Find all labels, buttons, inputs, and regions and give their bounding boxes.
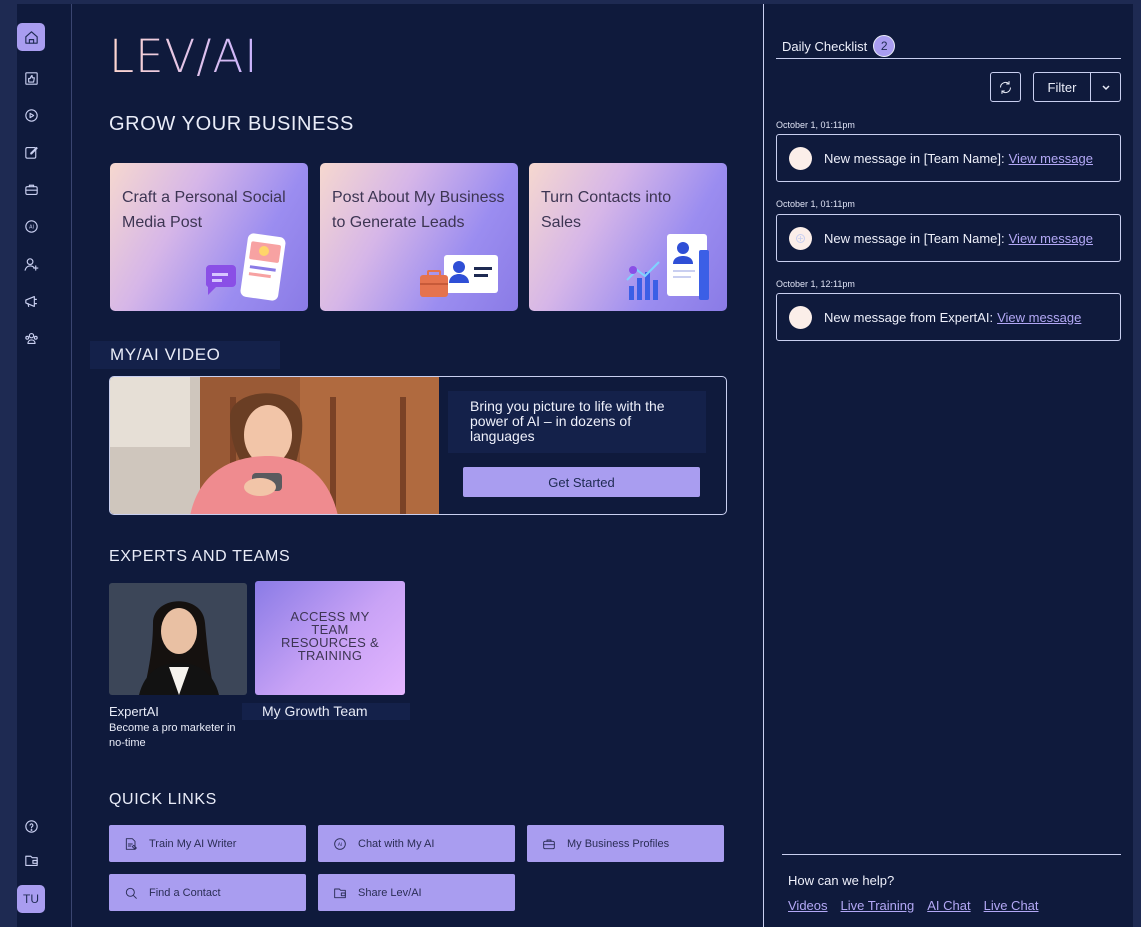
filter-label: Filter [1034,73,1091,101]
ql-chat-ai-button[interactable]: AI Chat with My AI [318,825,515,862]
help-link-ai-chat[interactable]: AI Chat [927,898,970,913]
checklist-title: Daily Checklist [782,38,868,54]
card-post-business[interactable]: Post About My Business to Generate Leads [320,163,518,311]
view-message-link[interactable]: View message [1009,231,1093,246]
ql-business-profiles-button[interactable]: My Business Profiles [527,825,724,862]
message-avatar [789,146,812,170]
sidebar-home-button[interactable] [17,23,45,51]
card-label: Craft a Personal Social Media Post [122,189,286,231]
experts-section-title: EXPERTS AND TEAMS [109,548,291,565]
filter-dropdown[interactable]: Filter [1033,72,1121,102]
card-label: Post About My Business to Generate Leads [332,189,505,231]
chevron-down-icon [1101,85,1110,91]
message-item: New message in [Team Name]: View message [776,214,1121,262]
message-avatar [789,226,812,250]
sidebar-write-button[interactable] [17,138,45,166]
contacts-sales-illustration [626,234,709,300]
help-link-videos[interactable]: Videos [788,898,828,913]
checklist-header: Daily Checklist 2 [782,35,896,57]
woman-with-phone-image [110,377,439,514]
view-message-link[interactable]: View message [997,310,1081,325]
ai-icon: AI [24,219,38,233]
briefcase-icon [543,839,555,849]
message-date: October 1, 12:11pm [776,279,855,289]
help-link-live-training[interactable]: Live Training [841,898,915,913]
help-divider [782,854,1121,855]
home-icon [24,30,38,44]
help-title: How can we help? [788,873,895,888]
message-text: New message from ExpertAI: [824,309,994,325]
refresh-button[interactable] [990,72,1021,102]
sidebar-marketing-button[interactable] [17,287,45,315]
wallet-icon [24,855,38,866]
message-item: New message in [Team Name]: View message [776,134,1121,182]
ql-label: Share Lev/AI [358,886,422,899]
app-logo: LEV/AI [109,26,259,88]
help-links: Videos Live Training AI Chat Live Chat [788,898,1039,913]
filter-chevron[interactable] [1091,73,1120,101]
ql-find-contact-button[interactable]: Find a Contact [109,874,306,911]
team-icon [24,332,38,344]
help-link-live-chat[interactable]: Live Chat [984,898,1039,913]
sidebar-business-button[interactable] [17,175,45,203]
business-card-illustration [420,255,498,297]
ql-label: Train My AI Writer [149,837,237,850]
sidebar-help-button[interactable] [17,812,45,840]
chat-ai-icon: AI [334,837,346,850]
add-user-icon [24,257,38,271]
quick-links-title: QUICK LINKS [109,791,217,808]
ql-train-writer-button[interactable]: Train My AI Writer [109,825,306,862]
thumbs-up-icon [24,71,38,85]
svg-text:AI: AI [338,842,343,848]
help-icon [24,819,38,833]
card-label: Turn Contacts into Sales [541,189,672,231]
message-date: October 1, 01:11pm [776,199,855,209]
growth-card-text: ACCESS MY TEAM RESOURCES & TRAINING [281,609,379,663]
expert-tagline: Become a pro marketer in no-time [109,722,236,749]
grow-title: GROW YOUR BUSINESS [109,113,354,135]
team-name[interactable]: My Growth Team [262,703,368,719]
sidebar-video-button[interactable] [17,101,45,129]
writer-icon [125,837,137,850]
search-icon [125,887,137,899]
share-icon [334,888,346,898]
message-text: New message in [Team Name]: [824,150,1005,166]
team-logo-icon [796,233,805,243]
sidebar-teams-button[interactable] [17,324,45,352]
ql-label: My Business Profiles [567,837,670,850]
expert-avatar[interactable] [109,583,247,695]
play-icon [24,108,38,122]
expert-name[interactable]: ExpertAI [109,704,159,719]
checklist-count-badge: 2 [873,35,896,57]
sidebar-wallet-button[interactable] [17,846,45,874]
sidebar-likes-button[interactable] [17,64,45,92]
briefcase-icon [24,184,38,195]
card-contacts-sales[interactable]: Turn Contacts into Sales [529,163,727,311]
checklist-divider [776,58,1121,59]
card-social-post[interactable]: Craft a Personal Social Media Post [110,163,308,311]
growth-team-card[interactable]: ACCESS MY TEAM RESOURCES & TRAINING [255,581,405,695]
edit-icon [24,146,38,159]
megaphone-icon [24,295,37,307]
get-started-button[interactable]: Get Started [463,467,700,497]
view-message-link[interactable]: View message [1009,151,1093,166]
sidebar-contacts-button[interactable] [17,250,45,278]
ql-share-button[interactable]: Share Lev/AI [318,874,515,911]
message-date: October 1, 01:11pm [776,120,855,130]
expert-portrait-image [109,583,247,695]
ql-label: Chat with My AI [358,837,435,850]
video-description: Bring you picture to life with the power… [448,391,706,453]
refresh-icon [1000,80,1011,94]
video-section-title: MY/AI VIDEO [110,345,221,364]
user-avatar[interactable]: TU [17,885,45,913]
ql-label: Find a Contact [149,886,221,899]
sidebar-ai-button[interactable]: AI [17,212,45,240]
message-text: New message in [Team Name]: [824,230,1005,246]
logo-text: LEV/AI [109,30,259,83]
panel-divider [763,4,764,927]
svg-text:AI: AI [29,224,34,230]
social-post-illustration [205,233,286,301]
message-item: New message from ExpertAI: View message [776,293,1121,341]
message-avatar [789,305,812,329]
